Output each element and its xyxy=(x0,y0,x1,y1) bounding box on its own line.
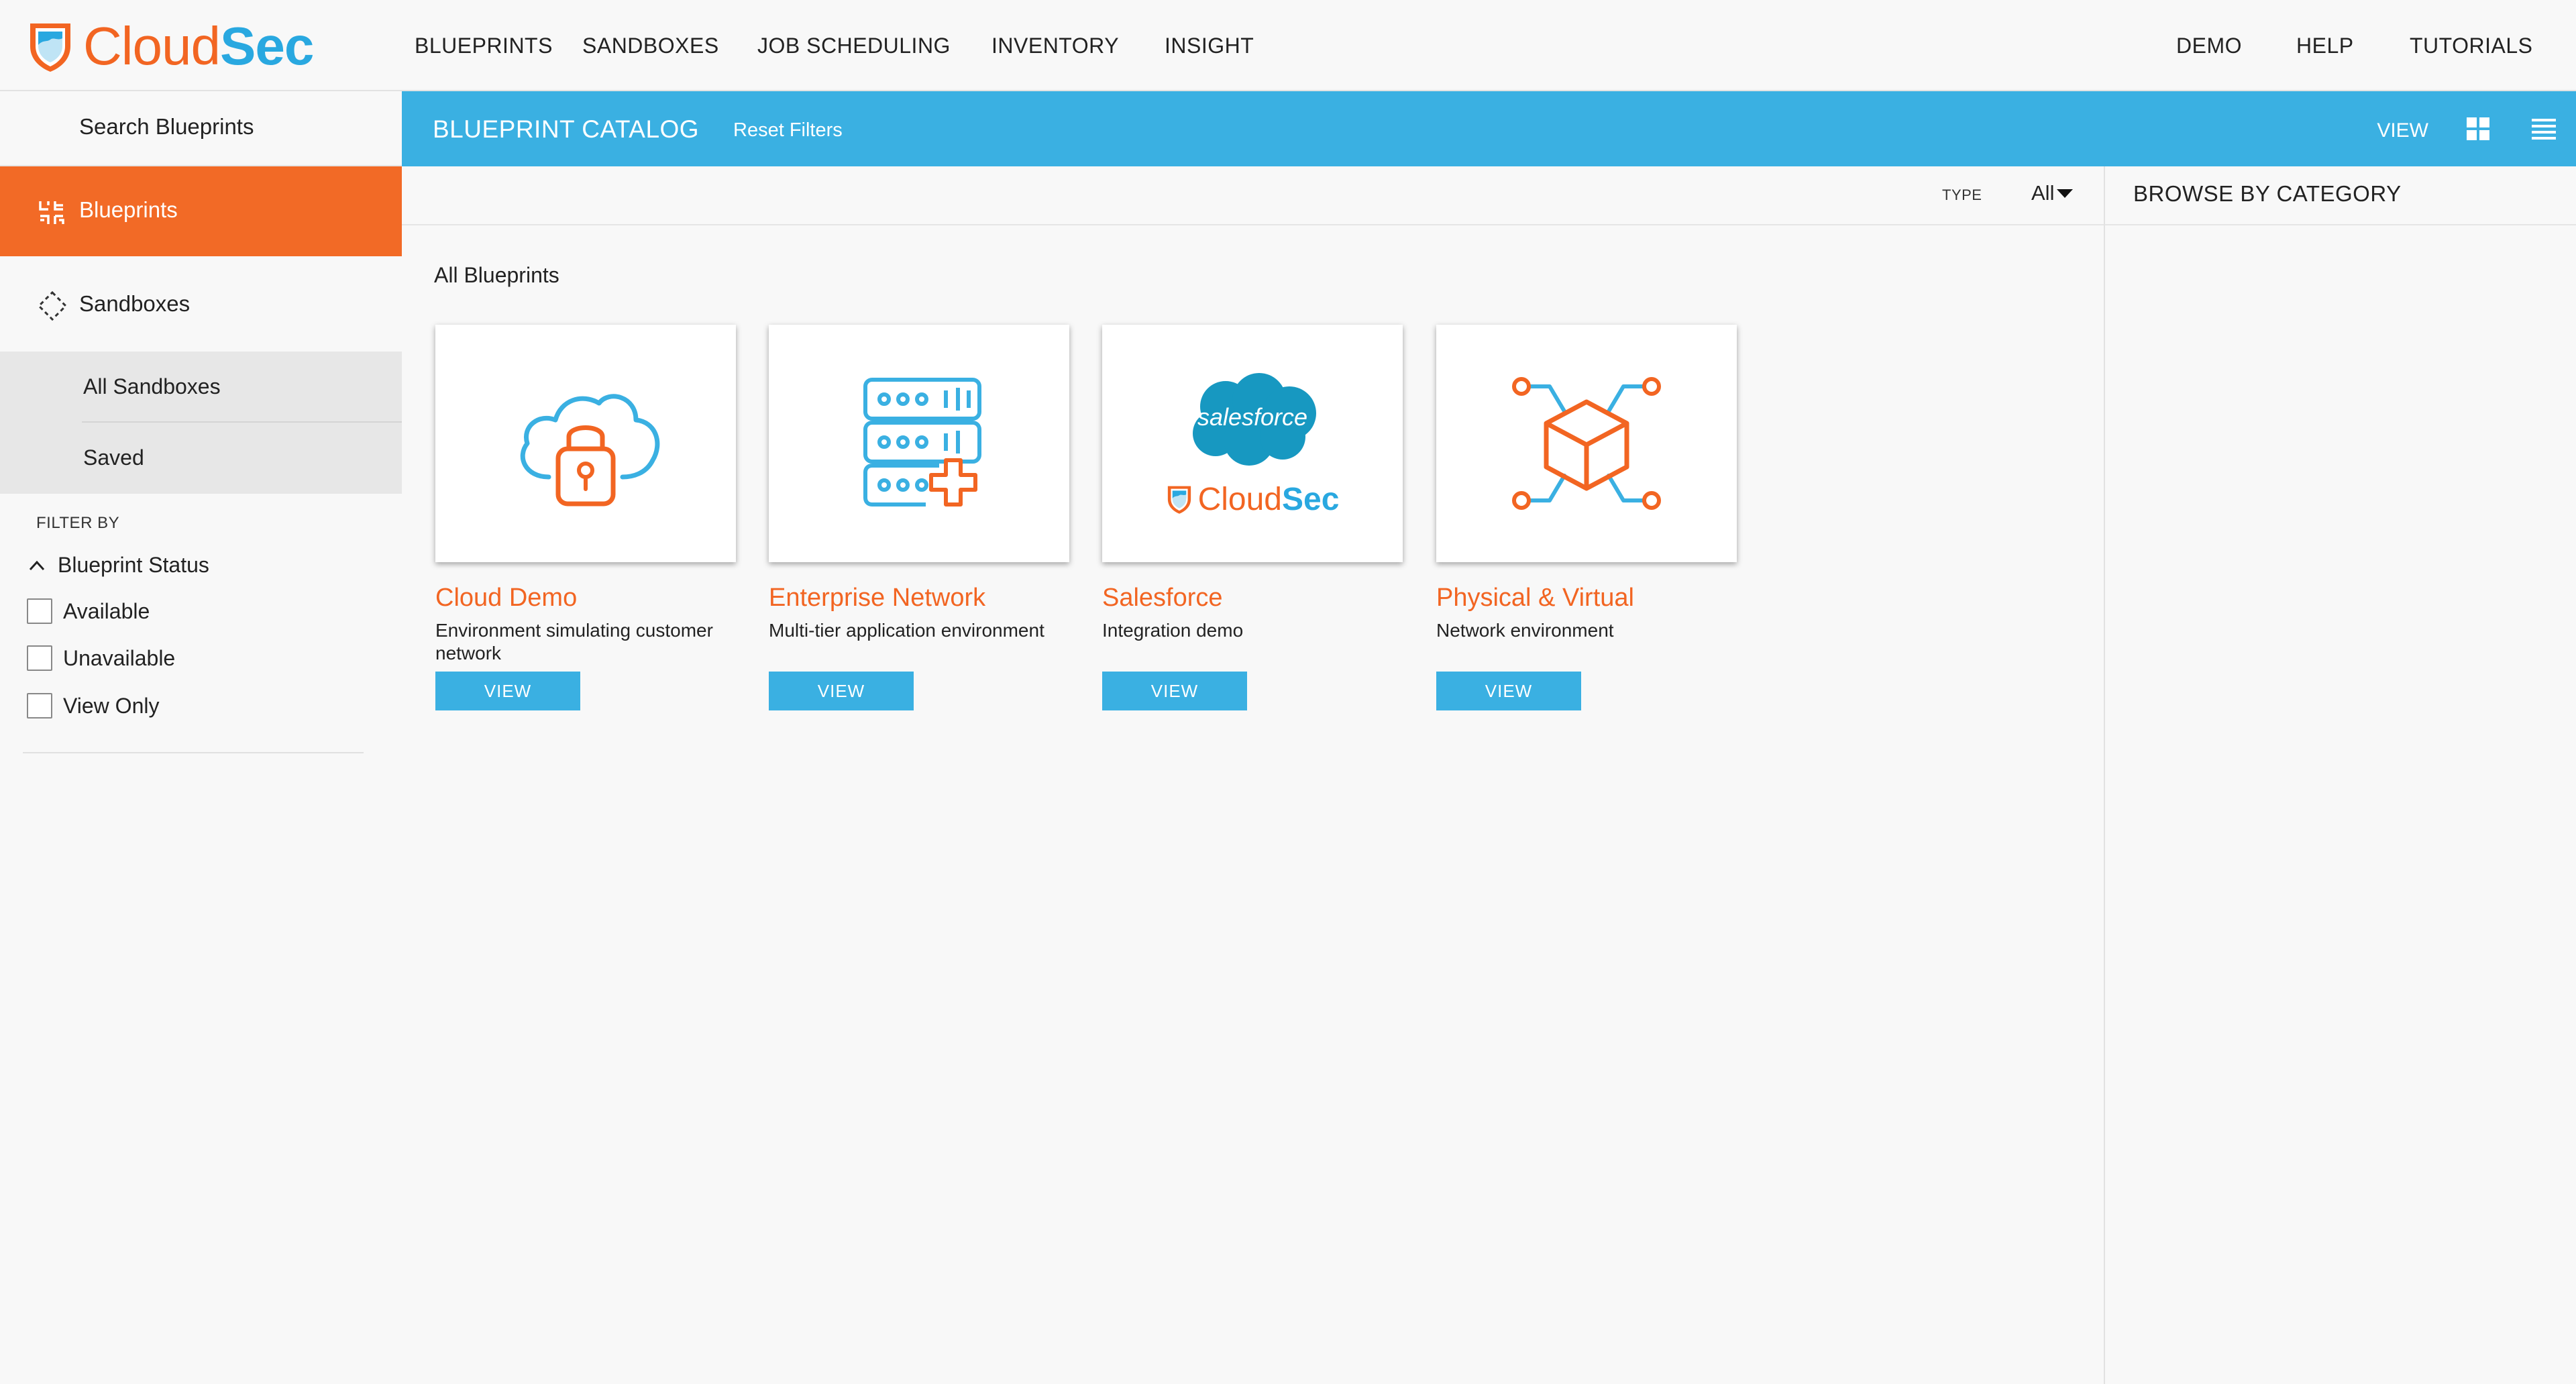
search-blueprints-label: Search Blueprints xyxy=(79,114,254,139)
section-title: All Blueprints xyxy=(434,263,559,287)
filter-unavailable-option[interactable]: Unavailable xyxy=(27,645,175,671)
filter-view-only-option[interactable]: View Only xyxy=(27,693,159,718)
blueprint-card-description: Network environment xyxy=(1436,620,1614,641)
view-only-label: View Only xyxy=(63,693,160,718)
type-filter-label: TYPE xyxy=(1942,187,1982,203)
sidebar-item-all-sandboxes[interactable]: All Sandboxes xyxy=(82,352,402,423)
type-filter-dropdown[interactable]: All xyxy=(2031,181,2074,205)
search-blueprints-field[interactable]: Search Blueprints xyxy=(0,91,402,166)
blueprint-card-salesforce: salesforce CloudSec Salesforce Integrati… xyxy=(1102,325,1404,710)
nav-insight[interactable]: INSIGHT xyxy=(1165,34,1254,58)
server-plus-icon xyxy=(863,378,981,507)
view-button[interactable]: VIEW xyxy=(769,672,914,710)
list-view-icon[interactable] xyxy=(2532,117,2556,141)
brand-text-cloud: Cloud xyxy=(1197,481,1282,517)
blueprint-card-cloud-demo: Cloud Demo Environment simulating custom… xyxy=(435,325,737,710)
catalog-toolbar: TYPE All xyxy=(402,166,2104,225)
view-button[interactable]: VIEW xyxy=(1102,672,1247,710)
sidebar-item-saved[interactable]: Saved xyxy=(82,423,402,494)
browse-by-category-panel: BROWSE BY CATEGORY xyxy=(2104,166,2576,1384)
cube-network-icon xyxy=(1512,377,1661,510)
nav-sandboxes[interactable]: SANDBOXES xyxy=(582,34,719,58)
type-filter-value: All xyxy=(2031,181,2055,205)
available-label: Available xyxy=(63,598,150,623)
blueprint-card-enterprise-network: Enterprise Network Multi-tier applicatio… xyxy=(769,325,1071,710)
nav-tutorials[interactable]: TUTORIALS xyxy=(2410,34,2533,58)
caret-down-icon xyxy=(2057,189,2074,198)
sidebar-item-sandboxes-label: Sandboxes xyxy=(79,291,191,316)
blueprint-card-description: Multi-tier application environment xyxy=(769,620,1044,641)
blueprint-status-label: Blueprint Status xyxy=(58,553,209,577)
view-button[interactable]: VIEW xyxy=(435,672,580,710)
grid-view-icon[interactable] xyxy=(2466,117,2490,141)
sidebar-divider xyxy=(23,752,364,753)
sandboxes-subnav: All Sandboxes Saved xyxy=(0,352,402,494)
shield-logo-icon xyxy=(1167,486,1191,514)
logo-text-sec: Sec xyxy=(220,16,314,76)
all-sandboxes-label: All Sandboxes xyxy=(83,374,221,398)
nav-demo[interactable]: DEMO xyxy=(2176,34,2242,58)
nav-help[interactable]: HELP xyxy=(2296,34,2354,58)
saved-label: Saved xyxy=(83,445,144,470)
view-button[interactable]: VIEW xyxy=(1436,672,1581,710)
nav-blueprints[interactable]: BLUEPRINTS xyxy=(415,34,553,58)
category-panel-header: BROWSE BY CATEGORY xyxy=(2105,166,2576,225)
view-label: VIEW xyxy=(2377,119,2428,142)
filter-by-heading: FILTER BY xyxy=(36,514,120,532)
logo-text-cloud: Cloud xyxy=(83,16,221,76)
blueprint-card-image[interactable] xyxy=(435,325,736,562)
blueprint-status-toggle[interactable]: Blueprint Status xyxy=(28,553,209,578)
top-navigation-bar: CloudSec BLUEPRINTS SANDBOXES JOB SCHEDU… xyxy=(0,0,2576,91)
sidebar: Search Blueprints Blueprints Sandboxes A… xyxy=(0,91,402,1384)
sidebar-item-blueprints[interactable]: Blueprints xyxy=(0,166,402,256)
blueprint-card-image[interactable]: salesforce CloudSec xyxy=(1102,325,1403,562)
unavailable-label: Unavailable xyxy=(63,645,176,670)
view-only-checkbox[interactable] xyxy=(27,693,52,718)
shield-logo-icon xyxy=(30,23,70,72)
blueprint-card-description: Environment simulating customer network xyxy=(435,620,713,663)
cloud-lock-icon xyxy=(520,394,660,507)
sidebar-item-blueprints-label: Blueprints xyxy=(79,197,178,222)
page-title: BLUEPRINT CATALOG xyxy=(433,115,700,143)
blueprint-card-image[interactable] xyxy=(769,325,1069,562)
sidebar-item-sandboxes[interactable]: Sandboxes xyxy=(0,256,402,352)
blueprint-card-title[interactable]: Cloud Demo xyxy=(435,584,737,613)
blueprint-card-description: Integration demo xyxy=(1102,620,1244,641)
blueprint-card-title[interactable]: Enterprise Network xyxy=(769,584,1071,613)
nav-job-scheduling[interactable]: JOB SCHEDULING xyxy=(757,34,951,58)
salesforce-logo: salesforce xyxy=(1179,370,1326,470)
brand-text-sec: Sec xyxy=(1282,481,1340,517)
blueprint-card-physical-virtual: Physical & Virtual Network environment V… xyxy=(1436,325,1738,710)
cloudsec-brand-small: CloudSec xyxy=(1166,481,1340,518)
reset-filters-link[interactable]: Reset Filters xyxy=(733,119,843,142)
blueprints-icon xyxy=(39,201,64,224)
cloudsec-logo[interactable]: CloudSec xyxy=(27,16,314,76)
unavailable-checkbox[interactable] xyxy=(27,645,52,671)
blueprint-card-image[interactable] xyxy=(1436,325,1737,562)
catalog-header-bar: BLUEPRINT CATALOG Reset Filters VIEW xyxy=(402,91,2576,166)
chevron-up-icon xyxy=(29,560,45,570)
available-checkbox[interactable] xyxy=(27,598,52,624)
category-panel-title: BROWSE BY CATEGORY xyxy=(2133,181,2402,206)
blueprint-card-title[interactable]: Salesforce xyxy=(1102,584,1404,613)
salesforce-logo-text: salesforce xyxy=(1197,403,1308,431)
blueprint-card-title[interactable]: Physical & Virtual xyxy=(1436,584,1738,613)
filter-available-option[interactable]: Available xyxy=(27,598,150,624)
nav-inventory[interactable]: INVENTORY xyxy=(991,34,1119,58)
sandboxes-icon xyxy=(38,291,67,321)
